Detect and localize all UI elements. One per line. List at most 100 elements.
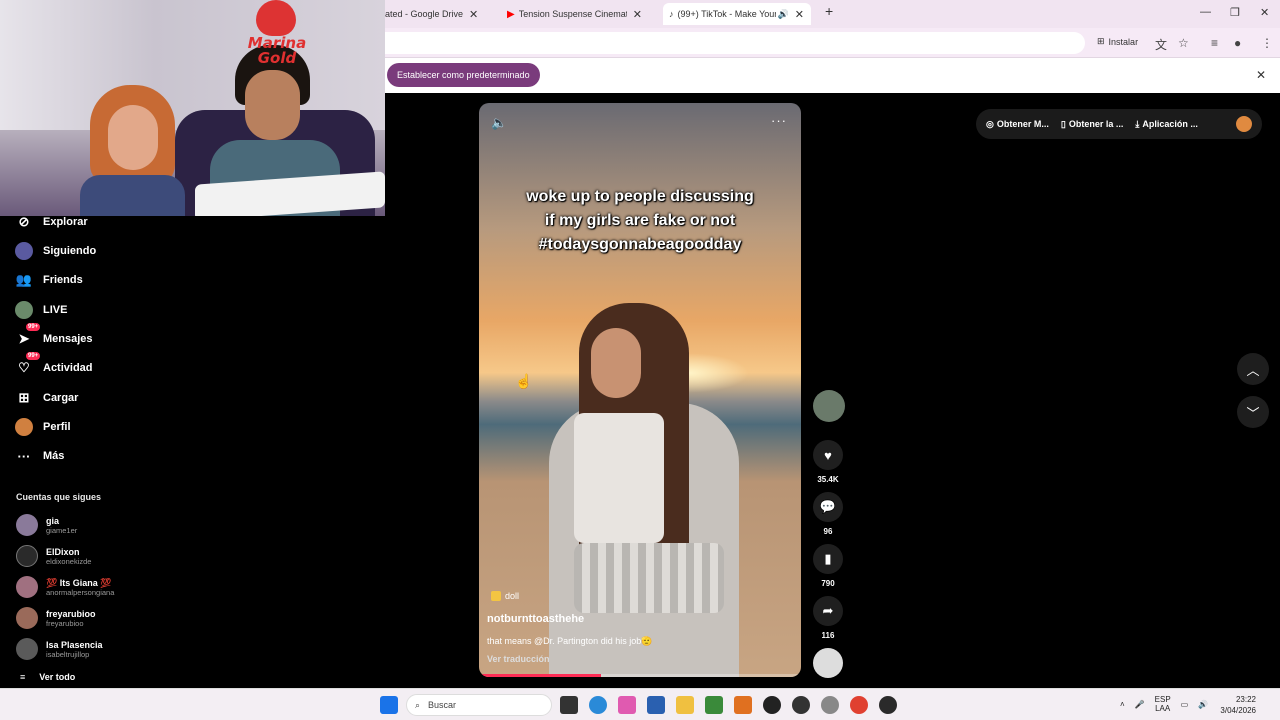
video-player[interactable]: 🔈 ··· woke up to people discussing if my… <box>479 103 801 677</box>
obs-icon[interactable] <box>879 696 897 714</box>
file-explorer-icon[interactable] <box>676 696 694 714</box>
menu-icon[interactable]: ⋮ <box>1261 36 1273 50</box>
task-view-icon[interactable] <box>560 696 578 714</box>
install-icon: ⊞ <box>1097 36 1105 46</box>
avatar <box>14 417 34 437</box>
account-handle: eldixonekizde <box>46 556 92 566</box>
minecraft-icon[interactable] <box>705 696 723 714</box>
see-translation-link[interactable]: Ver traducción <box>487 654 550 664</box>
close-icon[interactable]: ✕ <box>1256 68 1266 82</box>
install-button[interactable]: ⊞ Instalar <box>1097 36 1138 47</box>
set-default-button[interactable]: Establecer como predeterminado <box>387 63 540 87</box>
account-handle: freyarubioo <box>46 618 84 628</box>
microphone-icon[interactable]: 🎤 <box>1135 700 1145 709</box>
chevron-up-icon[interactable]: ˄ <box>1120 700 1125 709</box>
close-icon[interactable]: ✕ <box>633 8 642 21</box>
address-input[interactable] <box>385 32 1085 54</box>
chevron-up-icon: ︿ <box>1246 362 1260 378</box>
search-placeholder: Buscar <box>428 700 457 710</box>
get-app-pill[interactable]: ▯ Obtener la ... <box>1061 119 1123 130</box>
sidebar-item-cargar[interactable]: ⊞ Cargar <box>14 386 79 410</box>
desktop-app-pill[interactable]: ⤓ Aplicación ... <box>1135 119 1198 130</box>
sound-label: doll <box>505 591 520 601</box>
message-icon: ➤ 99+ <box>18 323 41 346</box>
close-icon[interactable]: ✕ <box>469 8 478 21</box>
download-icon: ⤓ <box>1135 118 1140 129</box>
app-icon[interactable] <box>763 696 781 714</box>
more-options-icon[interactable]: ··· <box>771 113 787 128</box>
sidebar-item-label: Perfil <box>43 421 71 433</box>
media-icon[interactable]: ≡ <box>1211 36 1218 50</box>
chrome-icon[interactable] <box>850 696 868 714</box>
tab-youtube[interactable]: ▶ Tension Suspense Cinematic No ✕ <box>507 3 655 25</box>
music-icon <box>491 591 501 601</box>
minimize-button[interactable]: — <box>1200 6 1211 18</box>
next-video-button[interactable]: ﹀ <box>1237 396 1269 428</box>
account-item[interactable]: ElDixon eldixonekizde <box>16 545 91 567</box>
windows-start-icon[interactable] <box>380 696 398 714</box>
sidebar-item-label: Explorar <box>43 216 88 228</box>
video-progress-bar[interactable] <box>479 674 801 677</box>
previous-video-button[interactable]: ︿ <box>1237 353 1269 385</box>
notification-badge: 99+ <box>26 352 41 360</box>
following-title: Cuentas que sigues <box>16 492 102 502</box>
heart-icon: ♥ <box>813 440 843 470</box>
like-button[interactable]: ♥ 35.4K <box>813 440 843 484</box>
get-coins-pill[interactable]: ◎ Obtener M... <box>986 119 1049 130</box>
speaker-icon[interactable]: 🔊 <box>1198 700 1208 709</box>
sidebar-item-label: LIVE <box>43 304 68 316</box>
friends-icon: 👥 <box>15 272 33 287</box>
settings-icon[interactable] <box>821 696 839 714</box>
volume-icon[interactable]: 🔈 <box>491 115 507 131</box>
share-button[interactable]: ➦ 116 <box>813 596 843 640</box>
close-icon[interactable]: ✕ <box>795 8 804 21</box>
creator-avatar[interactable] <box>813 390 845 422</box>
clock[interactable]: 23:22 3/04/2026 <box>1220 694 1256 716</box>
pill-label: Obtener M... <box>996 119 1049 129</box>
sidebar-item-mensajes[interactable]: ➤ 99+ Mensajes <box>14 323 93 351</box>
video-author[interactable]: notburnttoasthehe <box>487 613 584 625</box>
speaker-icon[interactable]: 🔊 <box>778 9 789 20</box>
phone-icon: ▯ <box>1060 118 1066 129</box>
save-button[interactable]: ▮ 790 <box>813 544 843 588</box>
close-window-button[interactable]: ✕ <box>1260 6 1269 19</box>
tab-tiktok[interactable]: ♪ (99+) TikTok - Make Your Da 🔊 ✕ <box>663 3 811 25</box>
streamer-left <box>80 85 185 216</box>
account-item[interactable]: freyarubioo freyarubioo <box>16 607 96 629</box>
network-icon[interactable]: ▭ <box>1181 700 1189 709</box>
see-all-label: Ver todo <box>39 672 76 682</box>
copilot-icon[interactable] <box>618 696 636 714</box>
account-item[interactable]: Isa Plasencia isabeltrujillop <box>16 638 103 660</box>
sound-disc[interactable] <box>813 648 843 678</box>
account-handle: anormalpersongiana <box>46 587 115 597</box>
tab-google-drive[interactable]: ated - Google Drive ✕ <box>385 3 495 25</box>
see-all-button[interactable]: ≡ Ver todo <box>20 672 75 682</box>
store-icon[interactable] <box>647 696 665 714</box>
notification-badge: 99+ <box>26 323 41 331</box>
app-icon[interactable] <box>734 696 752 714</box>
sidebar-item-friends[interactable]: 👥 Friends <box>14 268 83 292</box>
account-item[interactable]: 💯 Its Giana 💯 anormalpersongiana <box>16 576 114 598</box>
star-icon[interactable]: ☆ <box>1178 36 1189 50</box>
language-indicator[interactable]: ESP LAA <box>1155 695 1171 713</box>
account-name: Isa Plasencia <box>46 639 103 650</box>
new-tab-button[interactable]: + <box>825 3 833 19</box>
comment-button[interactable]: 💬 96 <box>813 492 843 536</box>
app-icon[interactable] <box>792 696 810 714</box>
sidebar-item-live[interactable]: LIVE <box>14 298 67 322</box>
sound-tag[interactable]: doll <box>491 591 519 601</box>
profile-avatar[interactable] <box>1236 116 1252 132</box>
sidebar-item-perfil[interactable]: Perfil <box>14 415 71 439</box>
profile-avatar-icon[interactable]: ● <box>1234 36 1241 50</box>
taskbar-search[interactable]: ⌕ Buscar <box>406 694 552 716</box>
save-count: 790 <box>821 579 835 588</box>
sidebar-item-siguiendo[interactable]: Siguiendo <box>14 239 96 263</box>
edge-icon[interactable] <box>589 696 607 714</box>
sidebar-item-mas[interactable]: ··· Más <box>14 444 65 468</box>
avatar <box>16 576 38 598</box>
restore-button[interactable]: ❐ <box>1230 6 1240 19</box>
account-item[interactable]: gia giame1er <box>16 514 77 536</box>
translate-icon[interactable]: 文 <box>1155 36 1167 53</box>
sidebar-item-actividad[interactable]: ♡ 99+ Actividad <box>14 352 93 380</box>
sidebar-item-explorar[interactable]: ⊘ Explorar <box>14 210 88 234</box>
